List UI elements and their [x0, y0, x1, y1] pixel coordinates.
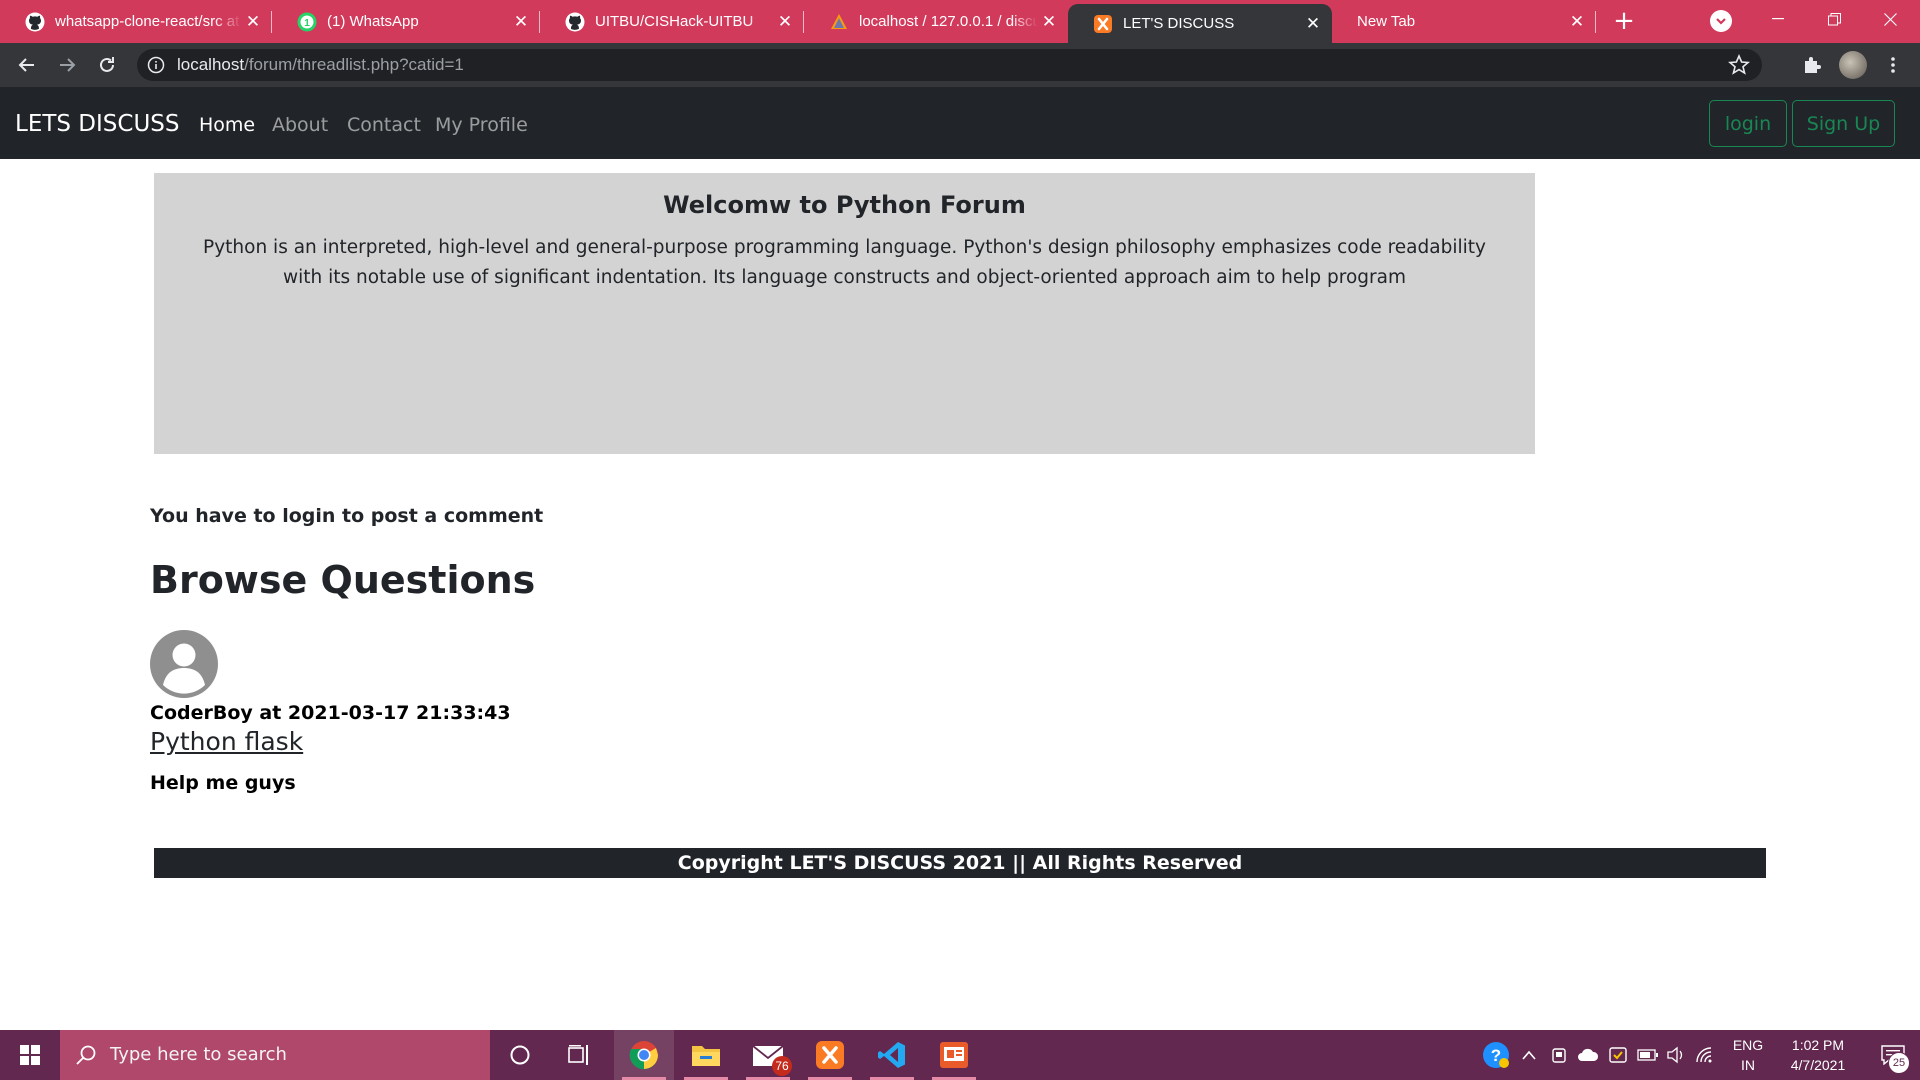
mail-icon[interactable]: 76 — [738, 1030, 798, 1080]
close-tab-icon[interactable]: ✕ — [242, 11, 264, 33]
browser-menu-icon[interactable] — [1878, 50, 1908, 80]
close-tab-icon[interactable]: ✕ — [510, 11, 532, 33]
category-title: Welcomw to Python Forum — [663, 191, 1026, 219]
device-icon[interactable] — [1548, 1044, 1570, 1066]
site-navbar: LETS DISCUSS Home About Contact My Profi… — [0, 87, 1920, 159]
restore-icon[interactable] — [1806, 0, 1862, 38]
windows-taskbar: Type here to search 76 ? ENG IN 1:02 PM … — [0, 1030, 1920, 1080]
browse-questions-heading: Browse Questions — [150, 558, 536, 602]
phpmyadmin-icon — [829, 12, 849, 32]
browser-tab[interactable]: whatsapp-clone-react/src at master ✕ — [0, 0, 272, 43]
wifi-icon[interactable] — [1694, 1044, 1716, 1066]
nav-my-profile[interactable]: My Profile — [435, 114, 528, 136]
file-explorer-icon[interactable] — [676, 1030, 736, 1080]
search-icon — [76, 1045, 96, 1065]
browser-tab[interactable]: UITBU/CISHack-UITBU ✕ — [540, 0, 804, 43]
chrome-taskbar-icon[interactable] — [614, 1030, 674, 1080]
onedrive-cloud-icon[interactable] — [1577, 1044, 1599, 1066]
profile-avatar[interactable] — [1839, 51, 1867, 79]
category-jumbotron: Welcomw to Python Forum Python is an int… — [154, 173, 1535, 454]
vscode-icon[interactable] — [862, 1030, 922, 1080]
battery-icon[interactable] — [1637, 1044, 1659, 1066]
taskbar-search-box[interactable]: Type here to search — [60, 1030, 490, 1080]
tab-title: New Tab — [1357, 13, 1416, 30]
new-tab-icon[interactable]: + — [1609, 6, 1639, 36]
close-tab-icon[interactable]: ✕ — [1302, 13, 1324, 35]
task-view-icon[interactable] — [550, 1030, 610, 1080]
mail-unread-badge: 76 — [772, 1056, 792, 1076]
clock-date: 4/7/2021 — [1790, 1057, 1846, 1073]
url-path: /forum/threadlist.php?catid=1 — [244, 55, 464, 74]
url-host: localhost — [177, 55, 245, 74]
tab-title: UITBU/CISHack-UITBU — [595, 13, 754, 30]
browser-toolbar: localhost/forum/threadlist.php?catid=1 — [0, 43, 1920, 87]
thread-meta: CoderBoy at 2021-03-17 21:33:43 — [150, 702, 511, 724]
browser-tab-strip: whatsapp-clone-react/src at master ✕ 1 (… — [0, 0, 1920, 43]
xampp-icon — [1093, 14, 1113, 34]
security-app-icon[interactable] — [1607, 1044, 1629, 1066]
browser-tab[interactable]: localhost / 127.0.0.1 / discuss ✕ — [804, 0, 1068, 43]
back-icon[interactable] — [12, 50, 42, 80]
show-hidden-icons-icon[interactable] — [1518, 1044, 1540, 1066]
tab-title: whatsapp-clone-react/src at master — [55, 13, 242, 30]
address-bar[interactable]: localhost/forum/threadlist.php?catid=1 — [137, 49, 1762, 81]
language-code: ENG — [1732, 1037, 1764, 1053]
tab-title: localhost / 127.0.0.1 / discuss — [859, 13, 1038, 30]
tab-search-icon[interactable] — [1710, 10, 1732, 32]
svg-text:1: 1 — [304, 18, 310, 29]
login-button[interactable]: login — [1709, 100, 1787, 147]
tab-title: LET'S DISCUSS — [1123, 15, 1235, 32]
taskbar-clock[interactable]: 1:02 PM 4/7/2021 — [1773, 1035, 1863, 1075]
volume-icon[interactable] — [1665, 1044, 1687, 1066]
help-icon[interactable]: ? — [1482, 1041, 1510, 1069]
tab-title: (1) WhatsApp — [327, 13, 419, 30]
minimize-icon[interactable] — [1750, 0, 1806, 38]
tab-separator — [1595, 11, 1596, 33]
action-center-icon[interactable]: 25 — [1866, 1030, 1920, 1080]
forward-icon[interactable] — [52, 50, 82, 80]
site-brand[interactable]: LETS DISCUSS — [15, 111, 180, 137]
language-region: IN — [1741, 1057, 1755, 1073]
address-url[interactable]: localhost/forum/threadlist.php?catid=1 — [177, 55, 464, 75]
bookmark-star-icon[interactable] — [1728, 54, 1750, 76]
close-window-icon[interactable] — [1862, 0, 1918, 38]
signup-button[interactable]: Sign Up — [1792, 100, 1895, 147]
browser-tab[interactable]: New Tab ✕ — [1332, 0, 1596, 43]
nav-contact[interactable]: Contact — [347, 114, 421, 136]
reload-icon[interactable] — [92, 50, 122, 80]
language-indicator[interactable]: ENG IN — [1728, 1035, 1768, 1075]
extensions-puzzle-icon[interactable] — [1797, 50, 1827, 80]
category-description: Python is an interpreted, high-level and… — [203, 237, 1486, 288]
cortana-icon[interactable] — [490, 1030, 550, 1080]
close-tab-icon[interactable]: ✕ — [1566, 11, 1588, 33]
close-tab-icon[interactable]: ✕ — [774, 11, 796, 33]
close-tab-icon[interactable]: ✕ — [1038, 11, 1060, 33]
presentation-app-icon[interactable] — [924, 1030, 984, 1080]
windows-start-icon[interactable] — [0, 1030, 60, 1080]
github-icon — [25, 12, 45, 32]
thread-description: Help me guys — [150, 772, 296, 794]
xampp-taskbar-icon[interactable] — [800, 1030, 860, 1080]
notification-count-badge: 25 — [1888, 1052, 1910, 1074]
browser-tab[interactable]: 1 (1) WhatsApp ✕ — [272, 0, 540, 43]
browser-tab-active[interactable]: LET'S DISCUSS ✕ — [1068, 4, 1332, 43]
user-avatar-icon — [150, 630, 218, 698]
site-footer: Copyright LET'S DISCUSS 2021 || All Righ… — [154, 848, 1766, 878]
login-notice: You have to login to post a comment — [150, 505, 544, 527]
whatsapp-icon: 1 — [297, 12, 317, 32]
search-placeholder: Type here to search — [110, 1044, 287, 1065]
site-info-icon[interactable] — [147, 56, 165, 74]
thread-title-link[interactable]: Python flask — [150, 727, 303, 756]
nav-home[interactable]: Home — [199, 114, 255, 136]
github-icon — [565, 12, 585, 32]
footer-text: Copyright LET'S DISCUSS 2021 || All Righ… — [677, 852, 1243, 874]
nav-about[interactable]: About — [272, 114, 328, 136]
clock-time: 1:02 PM — [1791, 1037, 1845, 1053]
